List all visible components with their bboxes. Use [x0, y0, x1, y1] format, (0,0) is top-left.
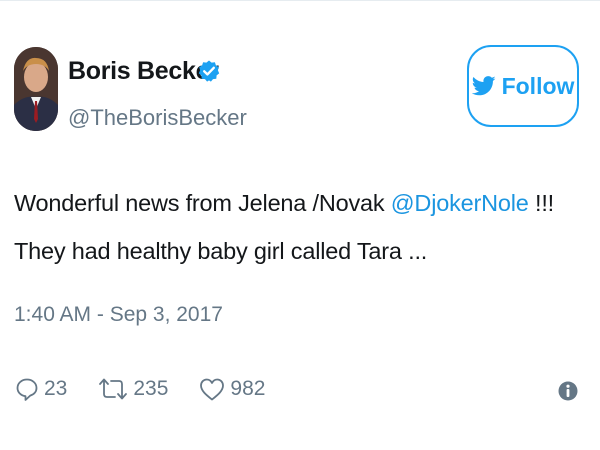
tweet-card: Boris Becker @TheBorisBecker Follow Wond… [0, 0, 600, 450]
reply-button[interactable]: 23 [14, 376, 67, 402]
info-icon[interactable] [556, 379, 580, 403]
reply-icon [16, 378, 38, 401]
follow-label: Follow [501, 72, 575, 99]
tweet-text-start: Wonderful news from Jelena /Novak [14, 190, 391, 216]
reply-count: 23 [44, 377, 68, 400]
retweet-count: 235 [133, 377, 169, 400]
tweet-timestamp[interactable]: 1:40 AM - Sep 3, 2017 [14, 303, 223, 327]
avatar[interactable] [14, 47, 58, 131]
author-handle[interactable]: @TheBorisBecker [68, 105, 247, 131]
mention-link[interactable]: @DjokerNole [391, 190, 529, 216]
like-button[interactable]: 982 [198, 376, 265, 402]
verified-badge-icon [198, 60, 220, 82]
retweet-icon [99, 378, 128, 400]
action-bar: 23 235 982 [14, 371, 295, 407]
heart-icon [200, 378, 225, 401]
follow-button[interactable]: Follow [467, 45, 579, 127]
like-count: 982 [230, 377, 266, 400]
retweet-button[interactable]: 235 [97, 376, 168, 402]
tweet-text: Wonderful news from Jelena /Novak @Djoke… [14, 179, 584, 275]
twitter-bird-icon [471, 76, 496, 96]
